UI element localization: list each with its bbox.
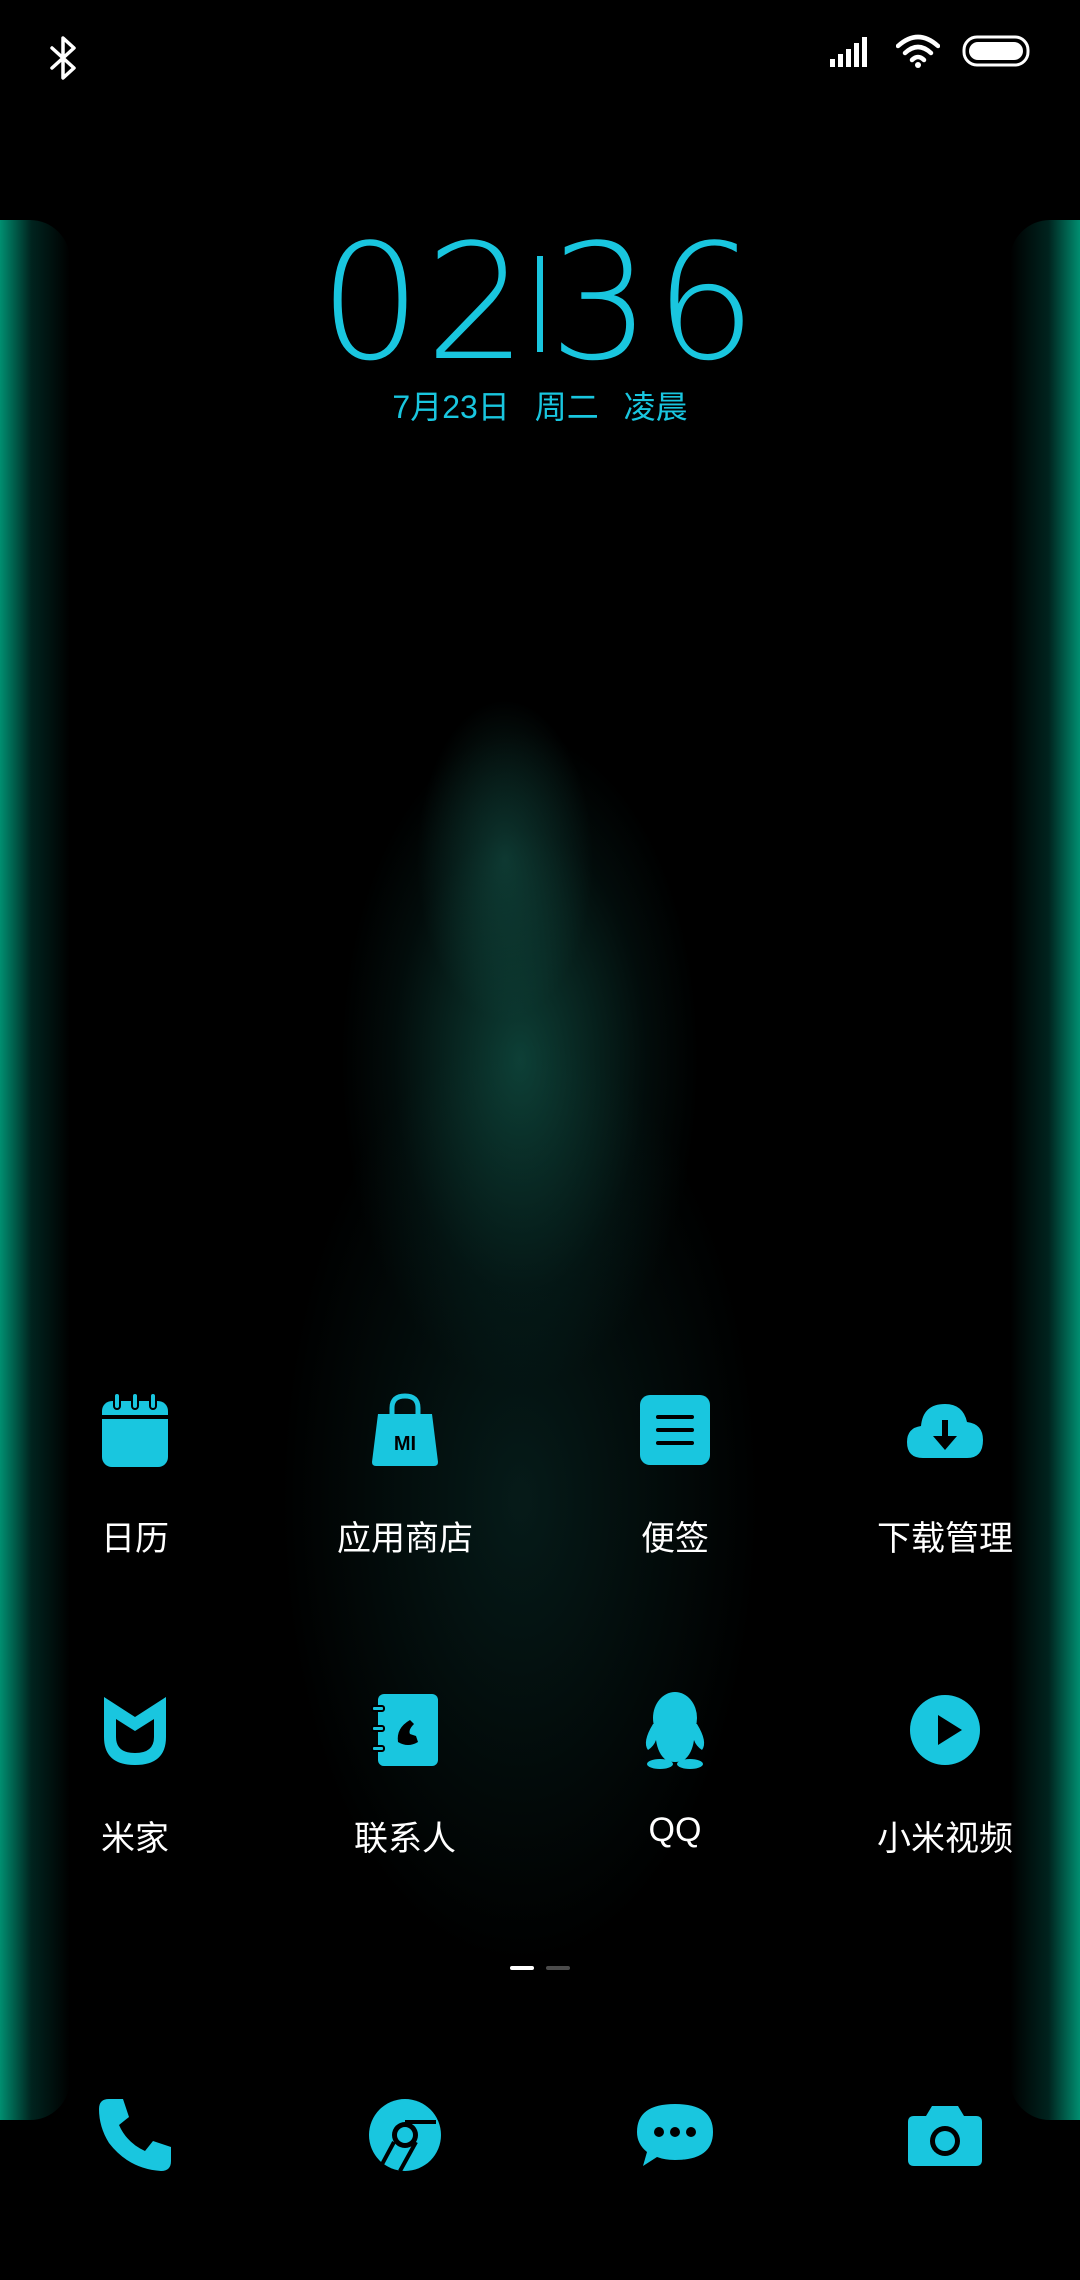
- page-dot[interactable]: [546, 1966, 570, 1970]
- clock-separator: [537, 256, 543, 352]
- date-text: 7月23日: [392, 389, 510, 425]
- dock: [0, 2090, 1080, 2180]
- dock-camera[interactable]: [818, 2090, 1072, 2180]
- battery-icon: [962, 34, 1032, 73]
- dock-messages[interactable]: [548, 2090, 802, 2180]
- app-label: 便签: [641, 1520, 709, 1558]
- app-grid: 日历 MI 应用商店 便签 下载管理 米家 联系人 QQ 小米视频: [0, 1385, 1080, 1985]
- period-text: 凌晨: [623, 389, 688, 425]
- status-indicators: [830, 34, 1032, 73]
- messages-icon: [630, 2090, 720, 2180]
- camera-icon: [900, 2090, 990, 2180]
- app-contacts[interactable]: 联系人: [278, 1685, 532, 1985]
- cloud-download-icon: [900, 1385, 990, 1475]
- mijia-icon: [90, 1685, 180, 1775]
- app-label: 小米视频: [877, 1820, 1013, 1858]
- app-qq[interactable]: QQ: [548, 1685, 802, 1985]
- clock-hours: 02: [319, 209, 531, 396]
- weekday-text: 周二: [534, 389, 599, 425]
- wifi-icon: [895, 34, 941, 73]
- app-mi-video[interactable]: 小米视频: [818, 1685, 1072, 1985]
- app-mijia[interactable]: 米家: [8, 1685, 262, 1985]
- browser-icon: [360, 2090, 450, 2180]
- clock-widget[interactable]: 02 36: [0, 223, 1080, 383]
- phone-icon: [90, 2090, 180, 2180]
- app-label: 米家: [101, 1820, 169, 1858]
- notes-icon: [630, 1385, 720, 1475]
- date-line[interactable]: 7月23日 周二 凌晨: [0, 382, 1080, 428]
- page-indicator[interactable]: [0, 1966, 1080, 1970]
- home-screen: 02 36 7月23日 周二 凌晨 日历 MI 应用商店 便签 下载管理 米家 …: [0, 0, 1080, 2280]
- app-label: 日历: [101, 1520, 169, 1558]
- app-notes[interactable]: 便签: [548, 1385, 802, 1685]
- bluetooth-icon: [46, 36, 80, 80]
- app-label: 应用商店: [337, 1520, 473, 1558]
- app-store-bag-icon: MI: [360, 1385, 450, 1475]
- app-store[interactable]: MI 应用商店: [278, 1385, 532, 1685]
- app-label: QQ: [648, 1811, 702, 1849]
- app-calendar[interactable]: 日历: [8, 1385, 262, 1685]
- qq-penguin-icon: [630, 1685, 720, 1775]
- app-label: 联系人: [354, 1820, 456, 1858]
- dock-phone[interactable]: [8, 2090, 262, 2180]
- calendar-icon: [90, 1385, 180, 1475]
- gesture-area: [0, 2240, 1080, 2280]
- page-dot-active[interactable]: [510, 1966, 534, 1970]
- cellular-signal-icon: [830, 35, 874, 72]
- status-bar: [0, 0, 1080, 110]
- play-icon: [900, 1685, 990, 1775]
- dock-browser[interactable]: [278, 2090, 532, 2180]
- app-label: 下载管理: [877, 1520, 1013, 1558]
- app-row-1: 日历 MI 应用商店 便签 下载管理: [0, 1385, 1080, 1685]
- app-row-2: 米家 联系人 QQ 小米视频: [0, 1685, 1080, 1985]
- app-downloads[interactable]: 下载管理: [818, 1385, 1072, 1685]
- contacts-icon: [360, 1685, 450, 1775]
- clock-minutes: 36: [549, 209, 761, 396]
- svg-text:MI: MI: [394, 1433, 416, 1455]
